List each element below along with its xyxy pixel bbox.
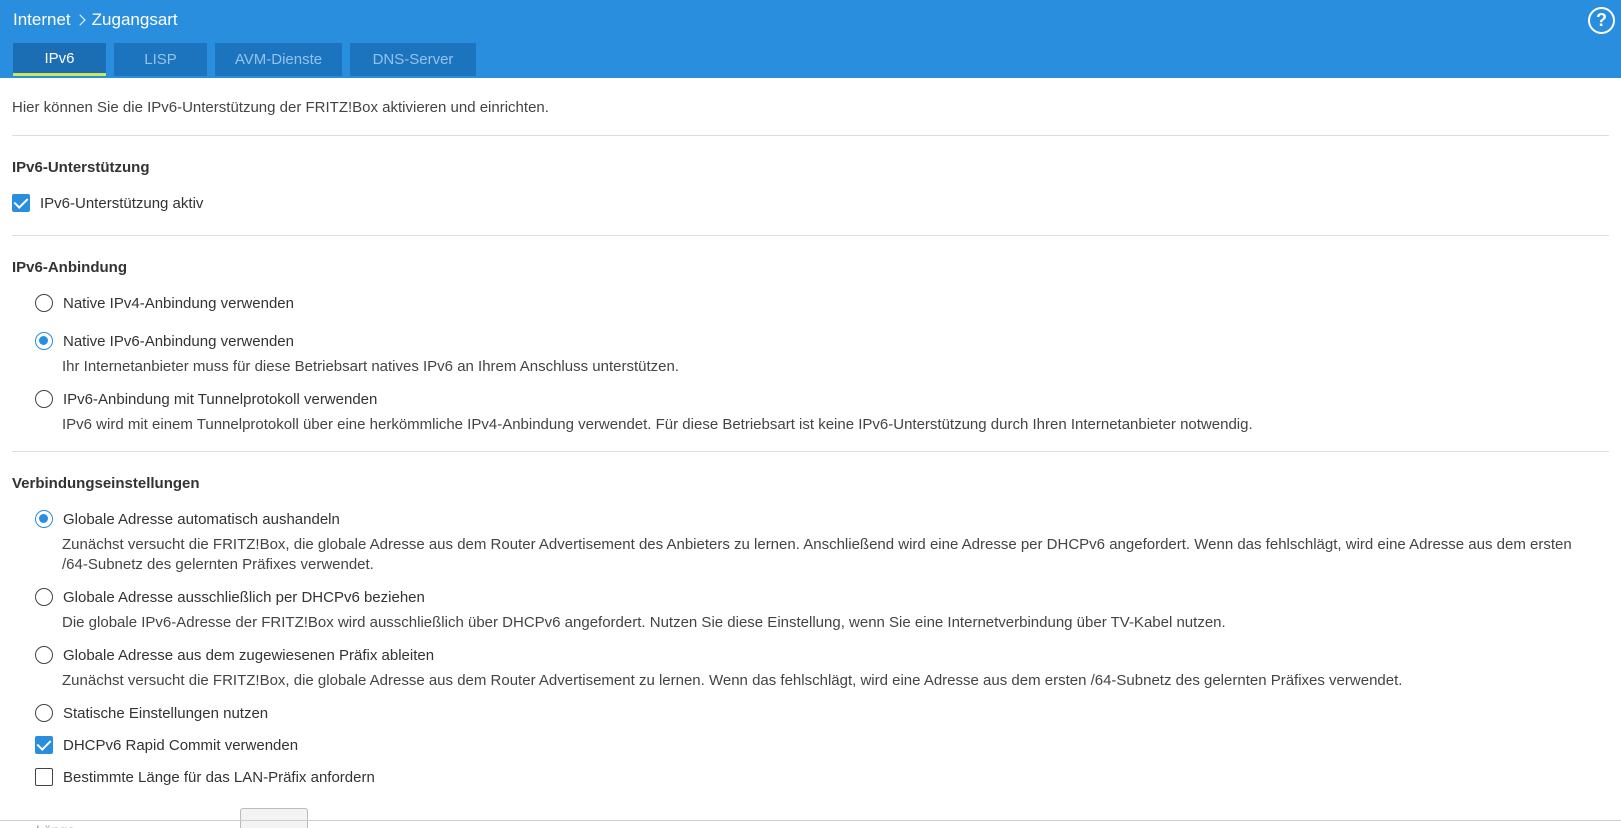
radio-icon[interactable] [35,390,53,408]
help-icon[interactable]: ? [1588,7,1615,34]
tab-avm-dienste[interactable]: AVM-Dienste [215,43,342,76]
checkbox-label: DHCPv6 Rapid Commit verwenden [63,736,299,754]
checkbox-icon[interactable] [35,768,53,786]
radio-static-settings[interactable]: Statische Einstellungen nutzen [35,704,268,722]
option-description: IPv6 wird mit einem Tunnelprotokoll über… [62,416,1253,433]
option-description: Ihr Internetanbieter muss für diese Betr… [62,358,679,375]
divider [0,820,1621,821]
checkbox-label: Bestimmte Länge für das LAN-Präfix anfor… [63,768,375,786]
tab-lisp[interactable]: LISP [114,43,207,76]
radio-selected-icon[interactable] [35,332,53,350]
radio-label: Native IPv6-Anbindung verwenden [63,332,294,350]
radio-label: Statische Einstellungen nutzen [63,704,269,722]
radio-label: Globale Adresse automatisch aushandeln [63,510,340,528]
radio-dhcpv6-only[interactable]: Globale Adresse ausschließlich per DHCPv… [35,588,425,606]
tab-dns-server[interactable]: DNS-Server [350,43,476,76]
chevron-right-icon [73,14,86,26]
radio-native-ipv4[interactable]: Native IPv4-Anbindung verwenden [35,294,294,312]
option-description: Zunächst versucht die FRITZ!Box, die glo… [62,672,1403,689]
checkbox-label: IPv6-Unterstützung aktiv [40,194,204,212]
prefix-length-label: Länge [36,822,75,828]
page-header: Internet Zugangsart ? IPv6 LISP AVM-Dien… [0,0,1621,78]
section-title-support: IPv6-Unterstützung [12,159,150,176]
tab-bar: IPv6 LISP AVM-Dienste DNS-Server [13,43,484,78]
option-description: Zunächst versucht die FRITZ!Box, die glo… [62,536,1572,573]
intro-text: Hier können Sie die IPv6-Unterstützung d… [12,99,549,116]
radio-auto-negotiate[interactable]: Globale Adresse automatisch aushandeln [35,510,340,528]
radio-derive-prefix[interactable]: Globale Adresse aus dem zugewiesenen Prä… [35,646,434,664]
dhcpv6-rapid-commit-checkbox[interactable]: DHCPv6 Rapid Commit verwenden [35,736,298,754]
prefix-length-input[interactable] [240,808,308,828]
radio-tunnel[interactable]: IPv6-Anbindung mit Tunnelprotokoll verwe… [35,390,377,408]
divider [12,135,1609,136]
radio-icon[interactable] [35,588,53,606]
radio-selected-icon[interactable] [35,510,53,528]
section-title-settings: Verbindungseinstellungen [12,475,200,492]
radio-label: Native IPv4-Anbindung verwenden [63,294,294,312]
radio-label: Globale Adresse ausschließlich per DHCPv… [63,588,425,606]
radio-native-ipv6[interactable]: Native IPv6-Anbindung verwenden [35,332,294,350]
checkbox-checked-icon[interactable] [12,194,30,212]
radio-icon[interactable] [35,704,53,722]
breadcrumb-internet[interactable]: Internet [13,10,71,30]
tab-ipv6[interactable]: IPv6 [13,43,106,76]
divider [12,451,1609,452]
radio-label: IPv6-Anbindung mit Tunnelprotokoll verwe… [63,390,378,408]
section-title-connection: IPv6-Anbindung [12,259,127,276]
radio-icon[interactable] [35,646,53,664]
breadcrumb: Internet Zugangsart [13,9,178,31]
checkbox-checked-icon[interactable] [35,736,53,754]
ipv6-support-checkbox[interactable]: IPv6-Unterstützung aktiv [12,194,203,212]
option-description: Die globale IPv6-Adresse der FRITZ!Box w… [62,614,1226,631]
lan-prefix-length-checkbox[interactable]: Bestimmte Länge für das LAN-Präfix anfor… [35,768,375,786]
divider [12,235,1609,236]
radio-label: Globale Adresse aus dem zugewiesenen Prä… [63,646,435,664]
radio-icon[interactable] [35,294,53,312]
breadcrumb-zugangsart: Zugangsart [91,10,178,29]
